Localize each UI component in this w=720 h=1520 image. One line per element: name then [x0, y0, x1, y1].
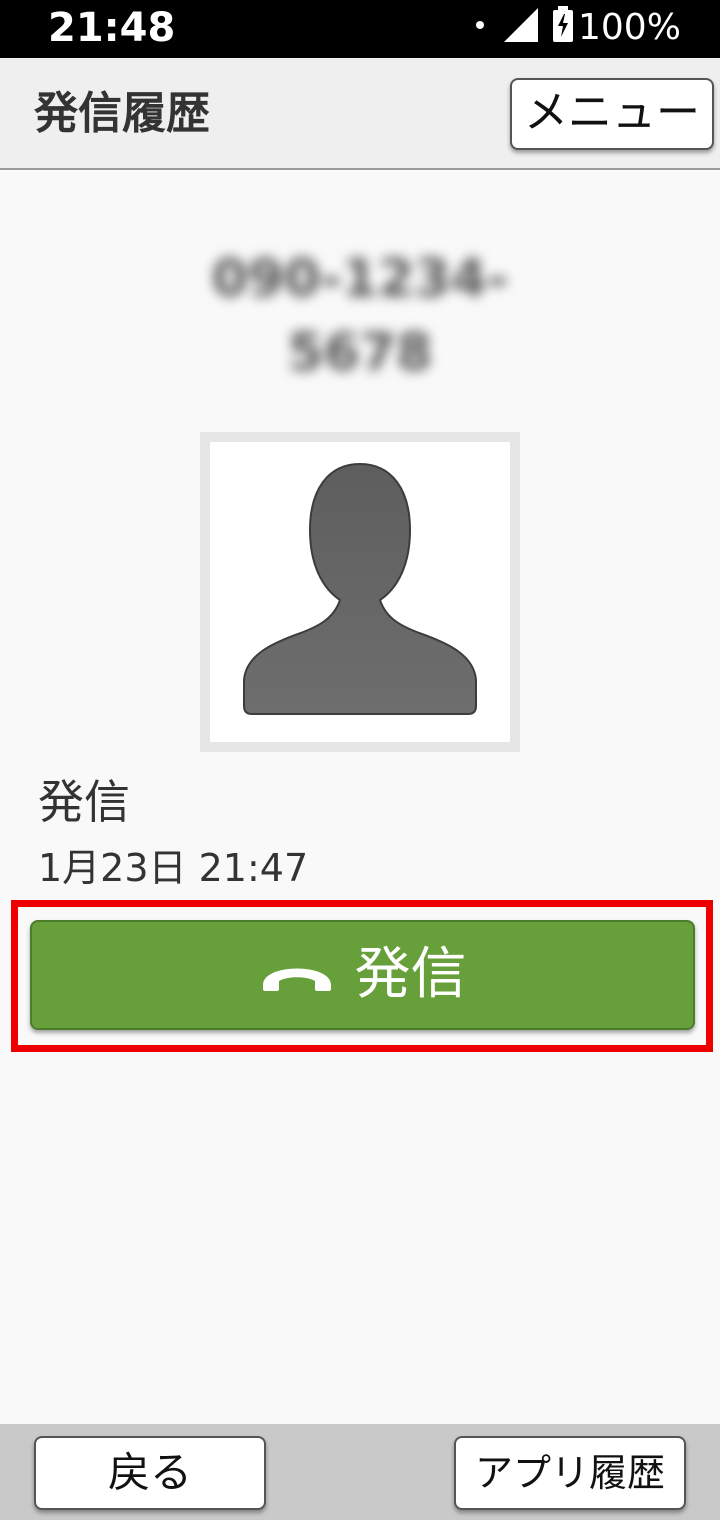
- back-button[interactable]: 戻る: [34, 1436, 266, 1510]
- call-button[interactable]: 発信: [30, 920, 695, 1030]
- phone-handset-icon: [262, 968, 331, 991]
- person-silhouette-icon: [243, 462, 477, 715]
- call-type-label: 発信: [38, 775, 130, 829]
- battery-charging-icon: [553, 6, 573, 42]
- call-button-content: 発信: [32, 922, 693, 1028]
- status-bar: 21:48 100%: [0, 0, 720, 58]
- status-time: 21:48: [48, 5, 176, 51]
- phone-number: 090-1234-5678: [150, 242, 570, 383]
- notification-dot-icon: [476, 21, 484, 29]
- app-header: 発信履歴 メニュー: [0, 58, 720, 170]
- page-title: 発信履歴: [34, 88, 210, 139]
- signal-icon: [504, 8, 538, 42]
- bottom-navigation-bar: 戻る アプリ履歴: [0, 1424, 720, 1520]
- recent-apps-button[interactable]: アプリ履歴: [454, 1436, 686, 1510]
- call-button-label: 発信: [354, 942, 467, 1007]
- menu-button[interactable]: メニュー: [510, 78, 714, 150]
- call-datetime: 1月23日 21:47: [38, 846, 309, 890]
- battery-percentage: 100%: [578, 7, 681, 48]
- contact-avatar: [200, 432, 520, 752]
- phone-number-text: 090-1234-5678: [211, 249, 509, 383]
